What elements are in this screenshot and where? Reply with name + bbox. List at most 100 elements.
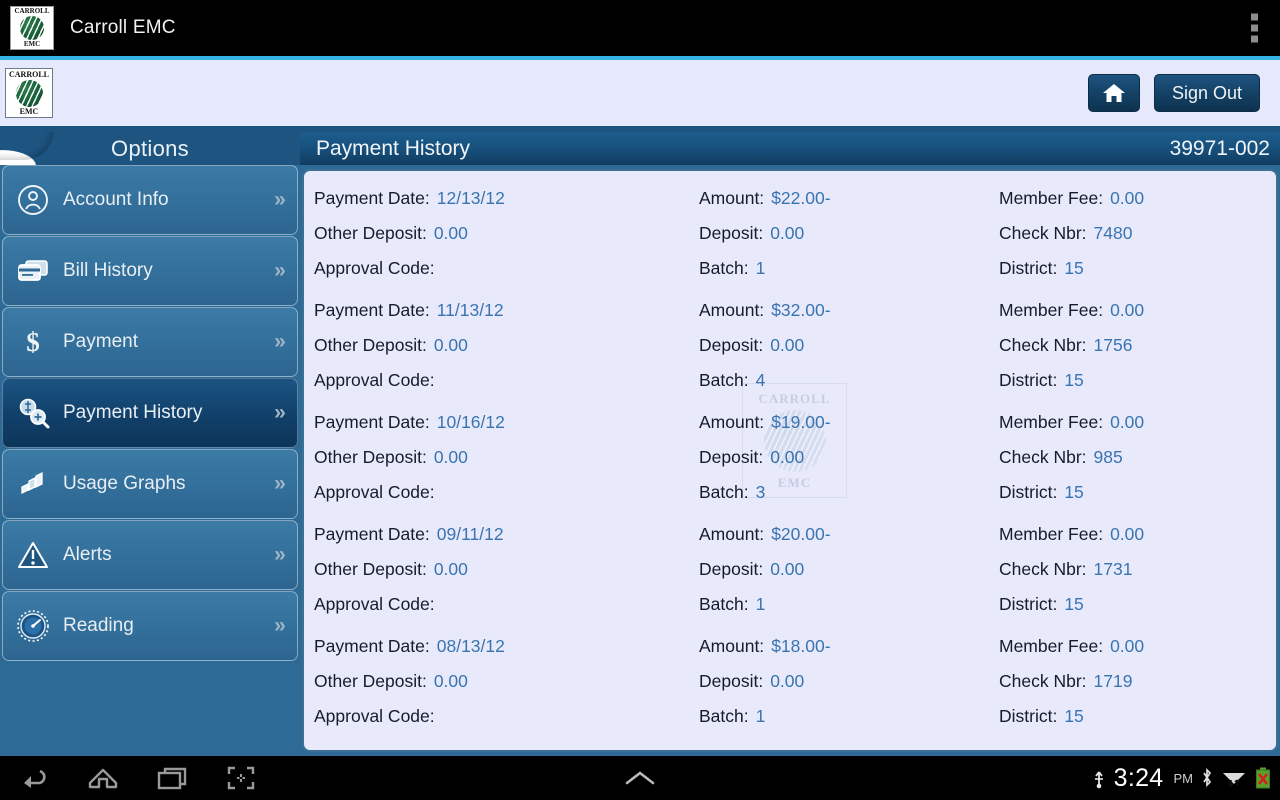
field-label: Payment Date: bbox=[314, 300, 430, 320]
field: Approval Code: bbox=[304, 370, 699, 391]
sidebar: Options Account Info » Bill History » $ Payme… bbox=[0, 132, 300, 756]
field-label: Amount: bbox=[699, 524, 765, 544]
field: Deposit: 0.00 bbox=[699, 223, 999, 244]
body-container: Options Account Info » Bill History » $ Payme… bbox=[0, 132, 1280, 756]
field: Other Deposit: 0.00 bbox=[304, 447, 699, 468]
field-label: District: bbox=[999, 370, 1058, 390]
field-label: Payment Date: bbox=[314, 188, 430, 208]
payment-record[interactable]: Payment Date: 08/13/12 Amount: $18.00- Membe… bbox=[304, 629, 1276, 741]
content-area: Payment History 39971-002 CARROLL EMC Pa… bbox=[300, 132, 1280, 756]
payment-records-list: Payment Date: 12/13/12 Amount: $22.00- Membe… bbox=[304, 171, 1276, 741]
clock-period: PM bbox=[1173, 770, 1194, 786]
field: Other Deposit: 0.00 bbox=[304, 223, 699, 244]
record-row: Other Deposit: 0.00 Deposit: 0.00 Check Nbr:… bbox=[304, 328, 1276, 363]
field: Deposit: 0.00 bbox=[699, 671, 999, 692]
field-value: 0.00 bbox=[770, 223, 805, 243]
page-title: Payment History bbox=[316, 136, 471, 160]
field-value: 0.00 bbox=[433, 671, 468, 691]
expand-handle[interactable] bbox=[622, 756, 658, 800]
field-value: 0.00 bbox=[770, 447, 805, 467]
dollar-sign-icon: $ bbox=[3, 326, 63, 358]
field-label: District: bbox=[999, 706, 1058, 726]
field: District: 15 bbox=[999, 706, 1264, 727]
sign-out-button[interactable]: Sign Out bbox=[1153, 74, 1260, 112]
field-label: Batch: bbox=[699, 482, 749, 502]
field: Deposit: 0.00 bbox=[699, 559, 999, 580]
app-root: CARROLL EMC Carroll EMC CARROLL EMC Sign… bbox=[0, 0, 1280, 800]
field-value: 1 bbox=[755, 258, 766, 278]
wifi-icon bbox=[1221, 767, 1247, 789]
field-value: $18.00- bbox=[771, 636, 831, 656]
payment-history-panel[interactable]: CARROLL EMC Payment Date: 12/13/12 Amount:… bbox=[302, 169, 1278, 752]
recent-apps-icon[interactable] bbox=[156, 765, 190, 791]
chevron-right-icon: » bbox=[274, 330, 286, 353]
field-label: Other Deposit: bbox=[314, 671, 427, 691]
app-logo-bottom-text: EMC bbox=[23, 40, 41, 48]
status-icons[interactable]: 3:24 PM bbox=[1091, 756, 1272, 800]
field-label: District: bbox=[999, 258, 1058, 278]
chevron-right-icon: » bbox=[274, 401, 286, 424]
overflow-menu-icon[interactable] bbox=[1245, 8, 1264, 49]
app-logo-top-text: CARROLL bbox=[14, 7, 50, 15]
field-label: District: bbox=[999, 594, 1058, 614]
field-label: Other Deposit: bbox=[314, 447, 427, 467]
sidebar-item-usage-graphs[interactable]: Usage Graphs » bbox=[2, 449, 298, 519]
field-value: 0.00 bbox=[1110, 524, 1145, 544]
field-value: 1731 bbox=[1093, 559, 1133, 579]
brand-logo-top-text: CARROLL bbox=[8, 69, 49, 79]
sidebar-item-bill-history[interactable]: Bill History » bbox=[2, 236, 298, 306]
page-curl-decoration bbox=[0, 132, 62, 165]
screenshot-icon[interactable] bbox=[226, 765, 256, 791]
record-row: Payment Date: 09/11/12 Amount: $20.00- Membe… bbox=[304, 517, 1276, 552]
field-value: $32.00- bbox=[771, 300, 831, 320]
field: Other Deposit: 0.00 bbox=[304, 671, 699, 692]
field-label: Deposit: bbox=[699, 671, 764, 691]
field-label: Amount: bbox=[699, 300, 765, 320]
home-outline-icon[interactable] bbox=[86, 765, 120, 791]
field-label: Other Deposit: bbox=[314, 559, 427, 579]
field-label: Member Fee: bbox=[999, 524, 1104, 544]
field-value: 10/16/12 bbox=[436, 412, 505, 432]
field-value: 0.00 bbox=[770, 559, 805, 579]
credit-cards-icon bbox=[3, 257, 63, 285]
field-value: 09/11/12 bbox=[436, 524, 504, 544]
field-value: 1 bbox=[755, 706, 766, 726]
sidebar-item-label: Payment History bbox=[63, 402, 203, 423]
sidebar-item-payment-history[interactable]: Payment History » bbox=[2, 378, 298, 448]
record-row: Other Deposit: 0.00 Deposit: 0.00 Check Nbr:… bbox=[304, 440, 1276, 475]
payment-record[interactable]: Payment Date: 09/11/12 Amount: $20.00- Membe… bbox=[304, 517, 1276, 629]
field-label: Approval Code: bbox=[314, 594, 435, 614]
field-label: Other Deposit: bbox=[314, 335, 427, 355]
sidebar-item-reading[interactable]: Reading » bbox=[2, 591, 298, 661]
payment-record[interactable]: Payment Date: 12/13/12 Amount: $22.00- Membe… bbox=[304, 181, 1276, 293]
warning-triangle-icon bbox=[3, 541, 63, 569]
sidebar-item-account-info[interactable]: Account Info » bbox=[2, 165, 298, 235]
header-actions: Sign Out bbox=[1087, 74, 1260, 112]
field: Member Fee: 0.00 bbox=[999, 524, 1264, 545]
record-row: Other Deposit: 0.00 Deposit: 0.00 Check Nbr:… bbox=[304, 664, 1276, 699]
field: District: 15 bbox=[999, 594, 1264, 615]
field-label: Amount: bbox=[699, 412, 765, 432]
field-value: 985 bbox=[1093, 447, 1123, 467]
field-label: Member Fee: bbox=[999, 636, 1104, 656]
field-value: 0.00 bbox=[1110, 300, 1145, 320]
record-spacer bbox=[304, 622, 1276, 629]
meter-gauge-icon bbox=[3, 610, 63, 642]
payment-record[interactable]: Payment Date: 10/16/12 Amount: $19.00- Membe… bbox=[304, 405, 1276, 517]
field-label: Check Nbr: bbox=[999, 335, 1087, 355]
field: Check Nbr: 1756 bbox=[999, 335, 1264, 356]
record-row: Approval Code: Batch: 1 District: 15 bbox=[304, 587, 1276, 622]
field-value: 7480 bbox=[1093, 223, 1133, 243]
back-arrow-icon[interactable] bbox=[18, 765, 50, 791]
bluetooth-icon bbox=[1200, 767, 1214, 789]
payment-record[interactable]: Payment Date: 11/13/12 Amount: $32.00- Membe… bbox=[304, 293, 1276, 405]
field-label: Payment Date: bbox=[314, 636, 430, 656]
sidebar-item-payment[interactable]: $ Payment » bbox=[2, 307, 298, 377]
field-label: Approval Code: bbox=[314, 370, 435, 390]
home-button[interactable] bbox=[1087, 74, 1140, 112]
sidebar-item-alerts[interactable]: Alerts » bbox=[2, 520, 298, 590]
field-label: Deposit: bbox=[699, 223, 764, 243]
field: Approval Code: bbox=[304, 706, 699, 727]
record-row: Approval Code: Batch: 1 District: 15 bbox=[304, 251, 1276, 286]
field: Approval Code: bbox=[304, 482, 699, 503]
